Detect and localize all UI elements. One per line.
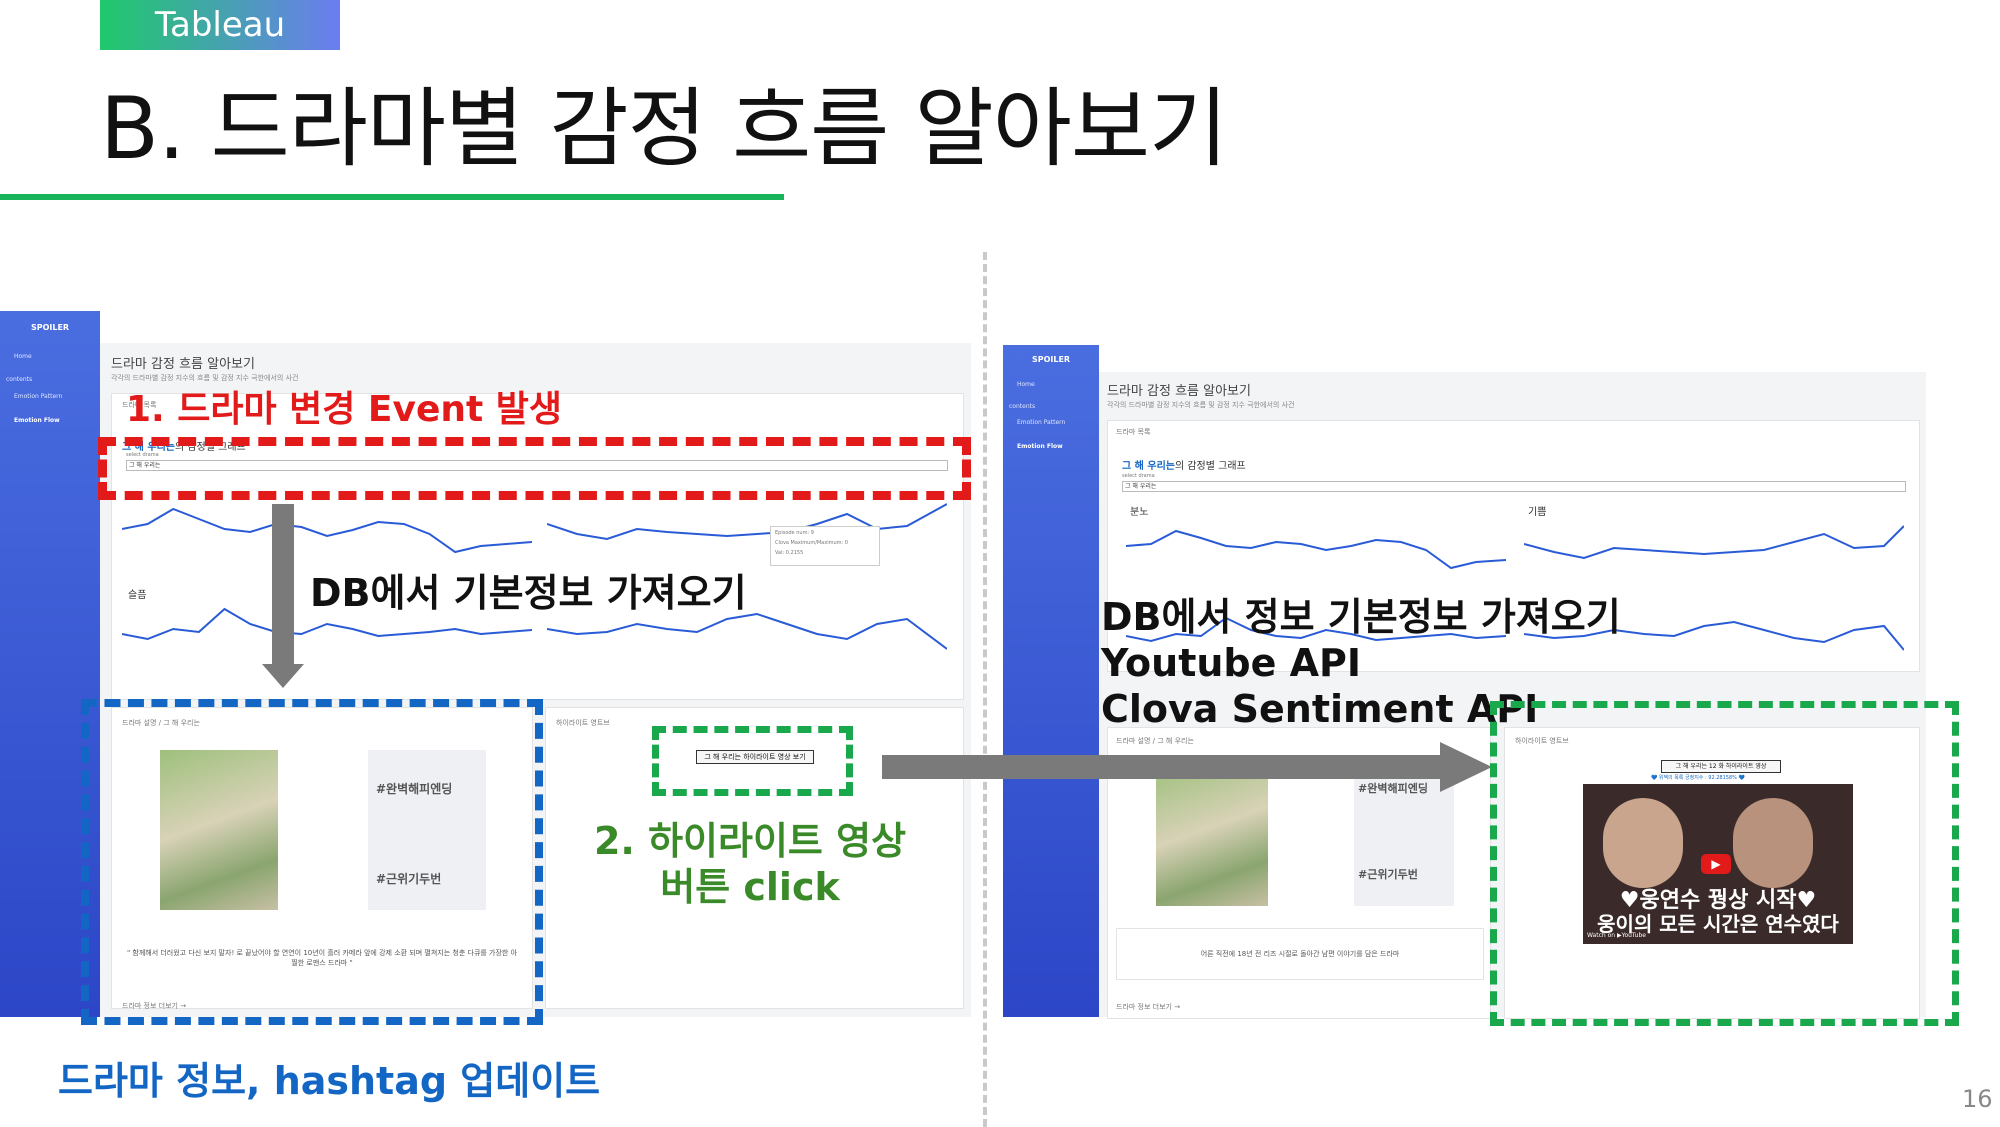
- select-label-right: select drama: [1122, 473, 1155, 479]
- highlight-click-line1: 2. 하이라이트 영상: [593, 819, 907, 863]
- chart-tooltip: Episode num: 9 Clova Maximum/Maximum: 0 …: [770, 526, 880, 566]
- db-fetch2-annotation: DB에서 정보 기본정보 가져오기: [1101, 595, 1621, 639]
- select-highlight-box: [98, 437, 971, 500]
- tooltip-line1: Episode num: 9: [775, 530, 814, 536]
- sidebar-item-pattern[interactable]: Emotion Pattern: [14, 393, 62, 400]
- sidebar-item-pattern-right[interactable]: Emotion Pattern: [1017, 419, 1065, 426]
- page-number: 16: [1962, 1085, 1993, 1113]
- graph-title-suffix-right: 의 감정별 그래프: [1174, 461, 1246, 472]
- joy-chart: [546, 494, 948, 564]
- dashboard-subtitle-right: 각각의 드라마별 감정 지수의 흐름 및 감정 지수 극한에서의 사건: [1107, 401, 1295, 409]
- hashtag-2-right: #근위기두번: [1358, 868, 1418, 881]
- right-arrow-shaft: [882, 755, 1444, 779]
- sidebar-logo-right: SPOILER: [1031, 355, 1071, 364]
- video-highlight-box: [1490, 701, 1959, 1026]
- youtube-api-annotation: Youtube API: [1101, 641, 1362, 685]
- button-highlight-box: [652, 726, 853, 796]
- right-sidebar: SPOILER Home contents Emotion Pattern Em…: [1003, 345, 1099, 1017]
- sidebar-section-right: contents: [1009, 403, 1036, 410]
- dashboard-title: 드라마 감정 흐름 알아보기: [111, 357, 255, 372]
- info-highlight-box: [81, 699, 543, 1025]
- page-title: B. 드라마별 감정 흐름 알아보기: [100, 79, 1228, 179]
- center-divider: [983, 252, 987, 1127]
- hashtag-box-right: #완벽해피엔딩 #근위기두번: [1354, 766, 1454, 906]
- sidebar-item-flow[interactable]: Emotion Flow: [14, 417, 60, 424]
- highlight-label: 하이라이트 영트브: [556, 719, 610, 727]
- info-label-right: 드라마 설명 / 그 해 우리는: [1116, 737, 1194, 745]
- down-arrow-head: [262, 664, 304, 688]
- list-label-right: 드라마 목록: [1116, 428, 1151, 436]
- sidebar-item-flow-right[interactable]: Emotion Flow: [1017, 443, 1063, 450]
- sidebar-section-contents: contents: [6, 376, 33, 383]
- joy-chart-right: [1523, 516, 1905, 576]
- tooltip-line3: Val: 0.2155: [775, 550, 804, 556]
- hashtag-1-right: #완벽해피엔딩: [1358, 782, 1428, 795]
- graph-title-right: 그 해 우리는의 감정별 그래프: [1122, 457, 1246, 472]
- graph-title-drama-right: 그 해 우리는: [1122, 461, 1175, 472]
- sidebar-item-home[interactable]: Home: [14, 353, 32, 360]
- drama-select-right[interactable]: 그 해 우리는: [1122, 481, 1906, 492]
- drama-poster-right: [1156, 766, 1268, 906]
- event-annotation: 1. 드라마 변경 Event 발생: [126, 389, 563, 430]
- sidebar-logo: SPOILER: [30, 323, 70, 332]
- db-fetch-annotation: DB에서 기본정보 가져오기: [310, 571, 747, 615]
- drama-description-right: 어른 직전에 18년 전 리즈 시절로 돌아간 남편 이야기를 담은 드라마: [1200, 950, 1400, 958]
- highlight-click-line2: 버튼 click: [660, 865, 840, 909]
- tooltip-line2: Clova Maximum/Maximum: 0: [775, 540, 848, 546]
- anger-chart: [121, 494, 533, 564]
- description-box-right: 어른 직전에 18년 전 리즈 시절로 돌아간 남편 이야기를 담은 드라마: [1116, 928, 1484, 980]
- sidebar-item-home-right[interactable]: Home: [1017, 381, 1035, 388]
- right-arrow-head: [1440, 742, 1492, 792]
- hashtag-update-annotation: 드라마 정보, hashtag 업데이트: [58, 1059, 601, 1103]
- tableau-tag: Tableau: [100, 0, 340, 50]
- highlight-click-annotation: 2. 하이라이트 영상 버튼 click: [540, 818, 960, 910]
- title-underline: [0, 194, 784, 200]
- dashboard-title-right: 드라마 감정 흐름 알아보기: [1107, 384, 1251, 399]
- anger-chart-right: [1125, 516, 1507, 576]
- down-arrow-shaft: [272, 504, 294, 664]
- more-info-link-right[interactable]: 드라마 정보 더보기 →: [1116, 1002, 1180, 1012]
